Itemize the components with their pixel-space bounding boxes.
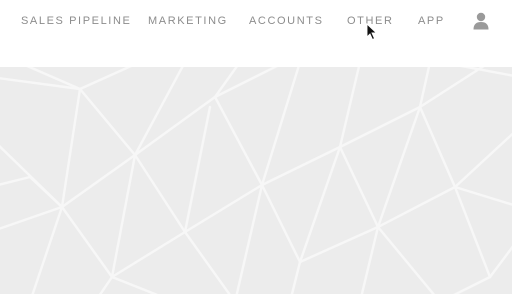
user-icon[interactable] bbox=[473, 12, 489, 30]
nav-other[interactable]: OTHER bbox=[347, 14, 394, 28]
top-navigation-bar: SALES PIPELINE MARKETING ACCOUNTS OTHER … bbox=[0, 0, 512, 66]
nav-marketing[interactable]: MARKETING bbox=[148, 14, 228, 28]
page: SALES PIPELINE MARKETING ACCOUNTS OTHER … bbox=[0, 0, 512, 308]
hero-background-pattern bbox=[0, 67, 512, 294]
geometric-line-pattern bbox=[0, 67, 512, 294]
user-icon-graphic bbox=[473, 12, 489, 30]
nav-app[interactable]: APP bbox=[418, 14, 445, 28]
nav-sales-pipeline[interactable]: SALES PIPELINE bbox=[21, 14, 131, 28]
nav-accounts[interactable]: ACCOUNTS bbox=[249, 14, 324, 28]
